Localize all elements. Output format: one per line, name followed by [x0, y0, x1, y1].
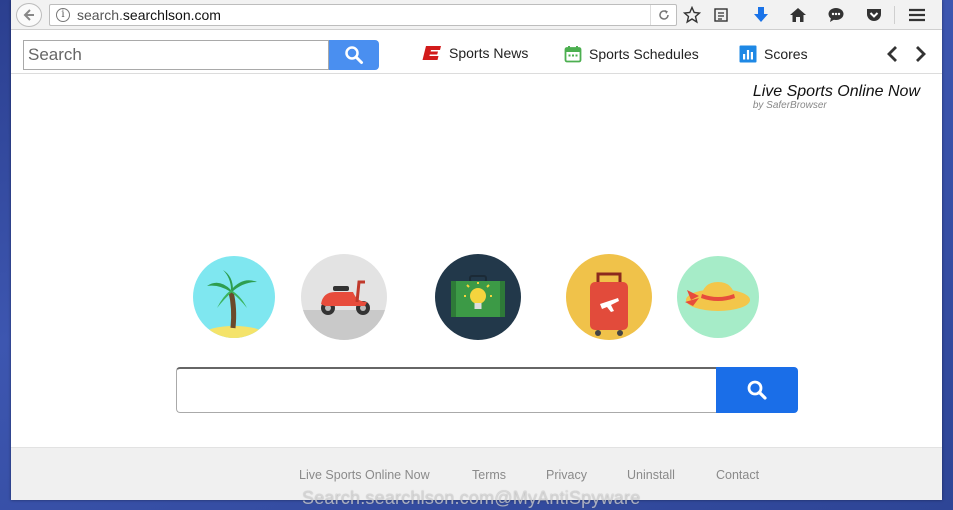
- footer-link-terms[interactable]: Terms: [472, 468, 506, 482]
- extension-toolbar: Sports News Sports Schedules Scores: [11, 30, 942, 74]
- url-prefix: search.: [77, 7, 123, 23]
- toolbar-search-button[interactable]: [329, 40, 379, 70]
- url-text[interactable]: search.searchlson.com: [77, 7, 221, 23]
- scores-label: Scores: [764, 46, 808, 62]
- footer-link-contact[interactable]: Contact: [716, 468, 759, 482]
- suitcase-lightbulb-icon: [451, 275, 505, 317]
- footer-link-privacy[interactable]: Privacy: [546, 468, 587, 482]
- hamburger-menu-icon[interactable]: [907, 5, 927, 25]
- chevron-left-icon[interactable]: [885, 44, 899, 64]
- chat-icon[interactable]: [826, 5, 846, 25]
- back-arrow-icon: [23, 9, 34, 21]
- reload-icon: [658, 10, 669, 20]
- main-search-input[interactable]: [176, 367, 716, 413]
- reload-button[interactable]: [650, 5, 676, 25]
- chevron-right-icon[interactable]: [914, 44, 928, 64]
- browser-toolbar: i search.searchlson.com: [11, 0, 942, 30]
- reading-list-icon[interactable]: [711, 5, 731, 25]
- footer-link-home[interactable]: Live Sports Online Now: [299, 468, 430, 482]
- palm-tree-circle: [193, 256, 275, 338]
- search-icon: [345, 46, 363, 64]
- footer-link-uninstall[interactable]: Uninstall: [627, 468, 675, 482]
- sports-news-link[interactable]: Sports News: [422, 45, 528, 61]
- pocket-icon[interactable]: [864, 5, 884, 25]
- scooter-icon: [301, 280, 387, 340]
- watermark: Search.searchlson.com@MyAntiSpyware: [302, 488, 641, 508]
- calendar-icon: [564, 46, 582, 63]
- luggage-airplane-circle: [566, 254, 652, 340]
- toolbar-divider: [894, 6, 895, 24]
- scores-link[interactable]: Scores: [739, 45, 808, 63]
- suitcase-lightbulb-circle: [435, 254, 521, 340]
- brand-logo[interactable]: Live Sports Online Now by SaferBrowser: [753, 83, 920, 111]
- bar-chart-icon: [739, 45, 757, 63]
- sports-schedules-label: Sports Schedules: [589, 46, 699, 62]
- toolbar-search-input[interactable]: [23, 40, 329, 70]
- browser-window: i search.searchlson.com Search Sports Ne…: [11, 0, 942, 500]
- main-search-button[interactable]: [716, 367, 798, 413]
- sports-schedules-link[interactable]: Sports Schedules: [564, 45, 699, 63]
- sports-news-label: Sports News: [449, 45, 529, 61]
- brand-title: Live Sports Online Now: [752, 83, 920, 100]
- brand-subtitle: by SaferBrowser: [752, 100, 827, 111]
- sun-hat-icon: [685, 282, 750, 311]
- sun-hat-circle: [677, 256, 759, 338]
- download-icon[interactable]: [751, 5, 771, 25]
- palm-tree-icon: [204, 270, 264, 338]
- info-icon[interactable]: i: [56, 8, 70, 22]
- espn-logo-icon: [422, 46, 441, 60]
- home-icon[interactable]: [788, 5, 808, 25]
- url-domain: searchlson.com: [122, 7, 221, 23]
- scooter-circle: [301, 254, 387, 340]
- address-bar[interactable]: i search.searchlson.com: [49, 4, 677, 26]
- bookmark-star-icon[interactable]: [682, 5, 702, 25]
- luggage-airplane-icon: [590, 272, 628, 336]
- search-icon: [747, 380, 767, 400]
- back-button[interactable]: [16, 3, 42, 27]
